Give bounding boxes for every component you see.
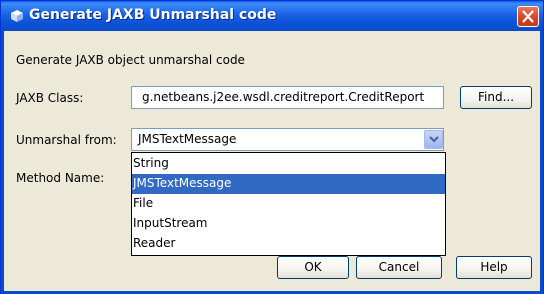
help-button[interactable]: Help <box>456 256 532 279</box>
unmarshal-from-combobox[interactable]: JMSTextMessage <box>131 128 444 151</box>
dropdown-option-string[interactable]: String <box>132 154 445 174</box>
cancel-button[interactable]: Cancel <box>356 256 442 279</box>
close-button[interactable] <box>517 6 539 27</box>
chevron-down-icon <box>429 136 439 143</box>
close-x-icon <box>522 10 534 23</box>
window-frame-left <box>1 31 4 294</box>
dropdown-option-reader[interactable]: Reader <box>132 234 445 254</box>
dropdown-option-inputstream[interactable]: InputStream <box>132 214 445 234</box>
window-frame-right <box>540 31 543 294</box>
unmarshal-from-selected: JMSTextMessage <box>138 132 237 146</box>
ok-button[interactable]: OK <box>277 256 349 279</box>
dropdown-option-jmstextmessage[interactable]: JMSTextMessage <box>132 174 445 194</box>
jaxb-class-field[interactable]: g.netbeans.j2ee.wsdl.creditreport.Credit… <box>131 86 444 109</box>
unmarshal-from-dropdown-list[interactable]: String JMSTextMessage File InputStream R… <box>131 152 446 256</box>
find-button[interactable]: Find... <box>460 86 532 109</box>
dropdown-option-file[interactable]: File <box>132 194 445 214</box>
title-bar[interactable]: Generate JAXB Unmarshal code <box>1 1 543 31</box>
dialog-window: Generate JAXB Unmarshal code Generate JA… <box>0 0 544 294</box>
dialog-description: Generate JAXB object unmarshal code <box>16 53 245 67</box>
netbeans-cube-icon <box>10 9 24 23</box>
unmarshal-from-label: Unmarshal from: <box>16 133 117 147</box>
method-name-label: Method Name: <box>16 171 105 185</box>
window-title: Generate JAXB Unmarshal code <box>29 7 277 23</box>
combo-dropdown-button[interactable] <box>424 130 443 149</box>
jaxb-class-value: g.netbeans.j2ee.wsdl.creditreport.Credit… <box>142 90 425 104</box>
jaxb-class-label: JAXB Class: <box>16 91 84 105</box>
